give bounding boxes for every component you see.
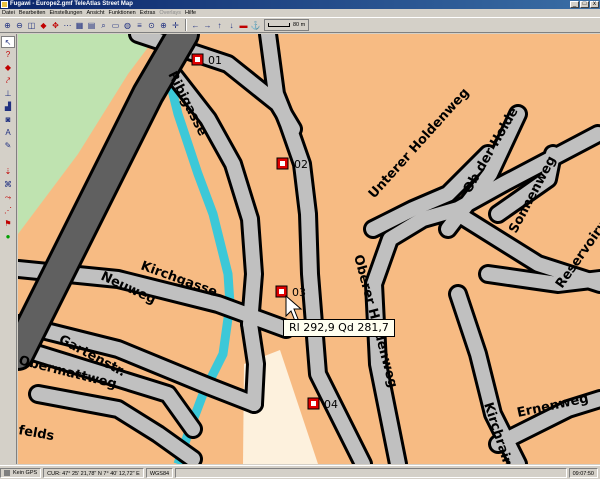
menu-hilfe[interactable]: Hilfe [183,9,198,17]
add-waypoint-icon[interactable]: ◆ [1,62,15,74]
waypoint-label-03: 03 [292,286,306,299]
menu-ansicht[interactable]: Ansicht [84,9,106,17]
waypoint-label-04: 04 [324,398,338,411]
marker-icon[interactable]: ● [1,231,15,243]
target-icon[interactable]: ✛ [170,20,181,31]
close-button[interactable]: x [590,1,599,8]
scale-line [268,23,290,27]
map-icon[interactable]: ▦ [74,20,85,31]
waypoint-label-02: 02 [294,158,308,171]
camera-icon[interactable]: ◙ [1,114,15,126]
road-segment [243,317,263,411]
map-canvas[interactable]: Ribigasse Kirchgasse Neuweg Gartenstr. O… [18,34,600,464]
mouse-cursor-icon [285,294,303,322]
street-label-felds: felds [18,423,56,444]
path-icon[interactable]: ⋰ [1,205,15,217]
spacer-icon [1,153,15,165]
text-icon[interactable]: A [1,127,15,139]
help-icon[interactable]: ? [1,49,15,61]
clock-label: 09:07:50 [568,467,598,478]
minimize-button[interactable]: _ [570,1,579,8]
coordinate-tooltip: Rl 292,9 Qd 281,7 [283,319,395,337]
pen-icon[interactable]: ✎ [1,140,15,152]
track-icon[interactable]: ⋯ [62,20,73,31]
app-window: Fugawi - Europe2.gmf TeleAtlas Street Ma… [0,0,600,479]
route-icon[interactable]: ✥ [50,20,61,31]
magnify-plus-icon[interactable]: ⊕ [158,20,169,31]
maximize-button[interactable]: □ [580,1,589,8]
scale-bar: 80 m [264,19,310,31]
layers-icon[interactable]: ▤ [86,20,97,31]
zoom-out-icon[interactable]: ⊖ [14,20,25,31]
gps-status: Kein GPS [0,467,42,478]
track-tool-icon[interactable]: ⇣ [1,166,15,178]
gps-icon [4,469,10,476]
find-icon[interactable]: ⌕ [98,20,109,31]
menu-overlays: Overlays [159,10,182,16]
pan-up-icon[interactable]: ↑ [214,20,225,31]
app-icon [1,1,8,8]
chart-icon[interactable]: ▟ [1,101,15,113]
zoom-in-icon[interactable]: ⊕ [2,20,13,31]
measure-icon[interactable]: ⊥ [1,88,15,100]
road-segment [481,267,600,291]
menu-funktionen[interactable]: Funktionen [107,9,138,17]
pan-down-icon[interactable]: ↓ [226,20,237,31]
datum-label: WGS84 [145,467,174,478]
waypoint-icon[interactable]: ◆ [38,20,49,31]
pan-left-icon[interactable]: ← [190,20,201,31]
route-tool-icon[interactable]: ⤳ [1,192,15,204]
cursor-coordinates: CUR: 47° 25' 21,78" N 7° 40' 12,72" E [43,467,144,478]
main-toolbar: ⊕ ⊖ ◫ ◆ ✥ ⋯ ▦ ▤ ⌕ ▭ ◍ ≡ ⊙ ⊕ ✛ ← → ↑ ↓ ▬ … [0,17,600,33]
scale-label: 80 m [293,22,306,28]
menu-datei[interactable]: Datei [0,9,17,17]
menu-einstellungen[interactable]: Einstellungen [47,9,84,17]
waypoint-label-01: 01 [208,54,222,67]
flag-icon[interactable]: ⚑ [1,218,15,230]
title-bar[interactable]: Fugawi - Europe2.gmf TeleAtlas Street Ma… [0,0,600,9]
zoom-window-icon[interactable]: ◫ [26,20,37,31]
status-bar: Kein GPS CUR: 47° 25' 21,78" N 7° 40' 12… [0,465,600,479]
toolbar-separator [185,19,187,31]
map-view[interactable]: Ribigasse Kirchgasse Neuweg Gartenstr. O… [18,34,600,464]
add-route-icon[interactable]: ⤤ [1,75,15,87]
gps-icon[interactable]: ▬ [238,20,249,31]
window-title: Fugawi - Europe2.gmf TeleAtlas Street Ma… [10,1,133,7]
waypoint-03[interactable]: 03 [275,285,306,299]
left-toolbar: ↖ ? ◆ ⤤ ⊥ ▟ ◙ A ✎ ⇣ ⌘ ⤳ ⋰ ⚑ ● [0,34,17,464]
globe-icon[interactable]: ◍ [122,20,133,31]
magnify-icon[interactable]: ⊙ [146,20,157,31]
pan-right-icon[interactable]: → [202,20,213,31]
gps-status-label: Kein GPS [13,469,38,476]
print-icon[interactable]: ▭ [110,20,121,31]
link-icon[interactable]: ⌘ [1,179,15,191]
select-arrow-icon[interactable]: ↖ [1,36,15,48]
menu-bar: Datei Bearbeiten Einstellungen Ansicht F… [0,9,600,17]
status-spacer [175,467,567,478]
stack-icon[interactable]: ≡ [134,20,145,31]
menu-bearbeiten[interactable]: Bearbeiten [17,9,48,17]
menu-extras[interactable]: Extras [138,9,158,17]
anchor-icon[interactable]: ⚓ [250,20,261,31]
